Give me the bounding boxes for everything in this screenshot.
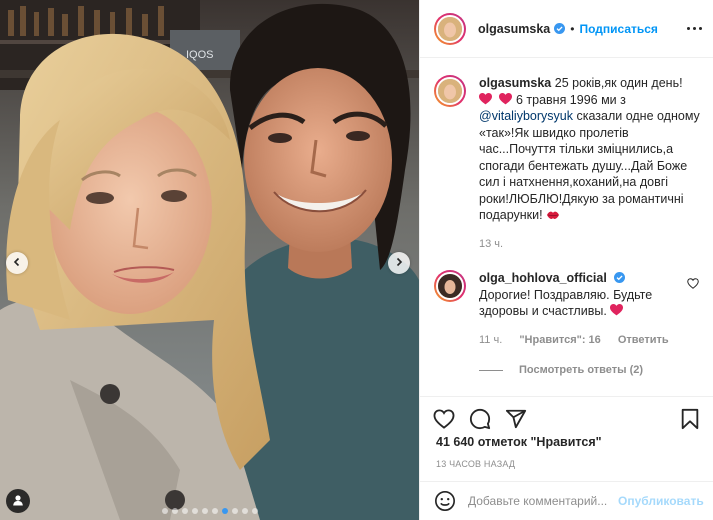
caption-mention-link[interactable]: @vitaliyborysyuk [479,109,573,123]
caption-text-line1: 25 років,як один день! [554,76,683,90]
chevron-right-icon [394,256,404,270]
caption-time[interactable]: 13 ч. [479,238,503,250]
caption-username[interactable]: olgasumska [479,76,551,90]
carousel-prev-button[interactable] [6,252,28,274]
kiss-emoji [546,208,560,222]
post-photo[interactable]: IQOS [0,0,419,520]
caption-text-line2: 6 травня 1996 ми з [515,92,626,107]
carousel-dot [251,508,258,514]
svg-text:IQOS: IQOS [186,49,214,61]
action-bar [420,396,713,436]
divider [479,369,503,371]
post-date[interactable]: 13 ЧАСОВ НАЗАД [436,459,515,469]
separator-dot: • [570,21,575,36]
photo-scene: IQOS [0,0,419,520]
comment-item: olga_hohlova_official Дорогие! Поздравля… [434,270,700,348]
comment-button[interactable] [468,408,492,433]
heart-icon [687,278,699,292]
carousel-next-button[interactable] [388,252,410,274]
caption-text-rest: сказали одне одному «так»!Як швидко прол… [479,109,700,222]
comment-input[interactable] [468,494,618,508]
share-button[interactable] [504,409,528,433]
user-tag-icon [12,494,24,509]
more-options-button[interactable] [687,27,702,30]
caption: olgasumska 25 років,як один день! 6 трав… [434,75,700,252]
publish-button[interactable]: Опубликовать [618,494,704,508]
comments-list[interactable]: olgasumska 25 років,як один день! 6 трав… [420,59,713,389]
comment-likes[interactable]: "Нравится": 16 [519,334,600,346]
verified-badge-icon [614,272,626,283]
avatar[interactable] [434,270,466,302]
carousel-dot [161,508,168,514]
save-button[interactable] [678,408,702,433]
avatar[interactable] [434,75,466,107]
carousel-dot [221,508,228,514]
carousel-dot [241,508,248,514]
header-username[interactable]: olgasumska [478,22,550,36]
red-heart-emoji [479,92,495,107]
red-heart-emoji [610,304,624,318]
likes-count[interactable]: 41 640 отметок "Нравится" [436,435,602,449]
follow-button[interactable]: Подписаться [579,22,657,36]
post-sidebar: olgasumska • Подписаться olgasumska 25 р… [419,0,713,520]
carousel-dot [181,508,188,514]
heart-icon [433,409,455,432]
post-header: olgasumska • Подписаться [420,0,713,58]
verified-badge-icon [554,23,566,34]
share-icon [505,408,527,433]
emoji-icon [434,491,456,515]
carousel-dot [231,508,238,514]
more-icon [687,27,702,30]
chevron-left-icon [12,256,22,270]
comment-text: Дорогие! Поздравляю. Будьте здоровы и сч… [479,287,653,319]
carousel-dot [211,508,218,514]
avatar[interactable] [434,12,466,45]
comment-username[interactable]: olga_hohlova_official [479,271,607,285]
comment-composer: Опубликовать [420,481,713,520]
comment-reply-button[interactable]: Ответить [618,334,669,346]
view-replies-label: Посмотреть ответы (2) [519,364,644,376]
carousel-indicator [0,508,419,514]
carousel-dot [191,508,198,514]
save-icon [680,408,700,433]
comment-icon [469,408,491,433]
like-button[interactable] [432,409,456,433]
comment-time[interactable]: 11 ч. [479,334,502,346]
carousel-dot [201,508,208,514]
carousel-dot [171,508,178,514]
emoji-button[interactable] [434,490,456,512]
red-heart-emoji [495,92,515,107]
comment-like-button[interactable] [687,278,699,292]
view-replies-button[interactable]: Посмотреть ответы (2) [479,364,700,376]
